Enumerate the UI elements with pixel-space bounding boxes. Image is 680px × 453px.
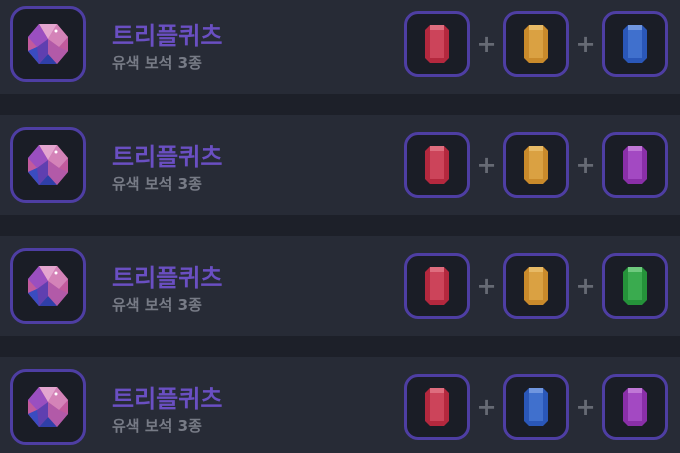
ingredient-slot[interactable] bbox=[404, 253, 470, 319]
blue-gem-icon bbox=[524, 388, 548, 426]
red-gem-icon bbox=[425, 146, 449, 184]
triple-quartz-gem-icon bbox=[28, 266, 68, 306]
red-gem-icon bbox=[425, 25, 449, 63]
result-slot[interactable] bbox=[10, 6, 86, 82]
recipe-row[interactable]: 트리플퀴츠 유색 보석 3종 + + bbox=[0, 357, 680, 453]
ingredient-slot[interactable] bbox=[602, 253, 668, 319]
plus-sign: + bbox=[476, 272, 497, 300]
plus-sign: + bbox=[575, 393, 596, 421]
item-name: 트리플퀴츠 bbox=[112, 143, 223, 171]
ingredient-slot[interactable] bbox=[602, 132, 668, 198]
green-gem-icon bbox=[623, 267, 647, 305]
ingredient-slot[interactable] bbox=[503, 374, 569, 440]
ingredient-slot[interactable] bbox=[503, 132, 569, 198]
triple-quartz-gem-icon bbox=[28, 24, 68, 64]
ingredient-slot[interactable] bbox=[404, 132, 470, 198]
plus-sign: + bbox=[575, 272, 596, 300]
item-description: 유색 보석 3종 bbox=[112, 54, 202, 72]
blue-gem-icon bbox=[623, 25, 647, 63]
recipe-row[interactable]: 트리플퀴츠 유색 보석 3종 + + bbox=[0, 0, 680, 94]
plus-sign: + bbox=[575, 151, 596, 179]
plus-sign: + bbox=[575, 30, 596, 58]
item-description: 유색 보석 3종 bbox=[112, 175, 202, 193]
orange-gem-icon bbox=[524, 267, 548, 305]
recipe-list: 트리플퀴츠 유색 보석 3종 + + 트리플퀴츠 유색 보석 3종 + + 트리… bbox=[0, 0, 680, 453]
recipe-row[interactable]: 트리플퀴츠 유색 보석 3종 + + bbox=[0, 236, 680, 336]
purple-gem-icon bbox=[623, 146, 647, 184]
ingredient-slot[interactable] bbox=[602, 374, 668, 440]
plus-sign: + bbox=[476, 151, 497, 179]
triple-quartz-gem-icon bbox=[28, 387, 68, 427]
ingredient-combination: + + bbox=[404, 132, 668, 198]
result-slot[interactable] bbox=[10, 248, 86, 324]
ingredient-slot[interactable] bbox=[404, 11, 470, 77]
item-name: 트리플퀴츠 bbox=[112, 385, 223, 413]
orange-gem-icon bbox=[524, 146, 548, 184]
orange-gem-icon bbox=[524, 25, 548, 63]
ingredient-combination: + + bbox=[404, 253, 668, 319]
recipe-row[interactable]: 트리플퀴츠 유색 보석 3종 + + bbox=[0, 115, 680, 215]
ingredient-slot[interactable] bbox=[404, 374, 470, 440]
ingredient-slot[interactable] bbox=[602, 11, 668, 77]
red-gem-icon bbox=[425, 267, 449, 305]
triple-quartz-gem-icon bbox=[28, 145, 68, 185]
plus-sign: + bbox=[476, 30, 497, 58]
result-slot[interactable] bbox=[10, 369, 86, 445]
ingredient-combination: + + bbox=[404, 374, 668, 440]
ingredient-slot[interactable] bbox=[503, 11, 569, 77]
ingredient-combination: + + bbox=[404, 11, 668, 77]
ingredient-slot[interactable] bbox=[503, 253, 569, 319]
red-gem-icon bbox=[425, 388, 449, 426]
item-description: 유색 보석 3종 bbox=[112, 417, 202, 435]
item-name: 트리플퀴츠 bbox=[112, 22, 223, 50]
plus-sign: + bbox=[476, 393, 497, 421]
item-description: 유색 보석 3종 bbox=[112, 296, 202, 314]
purple-gem-icon bbox=[623, 388, 647, 426]
item-name: 트리플퀴츠 bbox=[112, 264, 223, 292]
result-slot[interactable] bbox=[10, 127, 86, 203]
